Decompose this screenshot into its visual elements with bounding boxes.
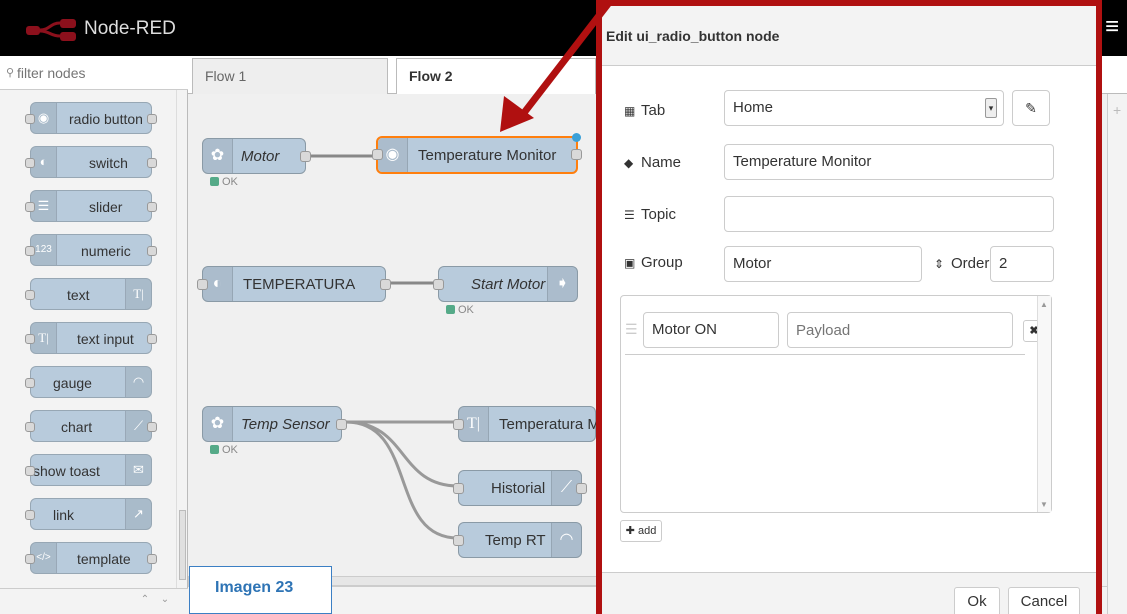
annotation-arrow — [500, 1, 611, 132]
annotation-arrow-shaft — [517, 1, 611, 121]
